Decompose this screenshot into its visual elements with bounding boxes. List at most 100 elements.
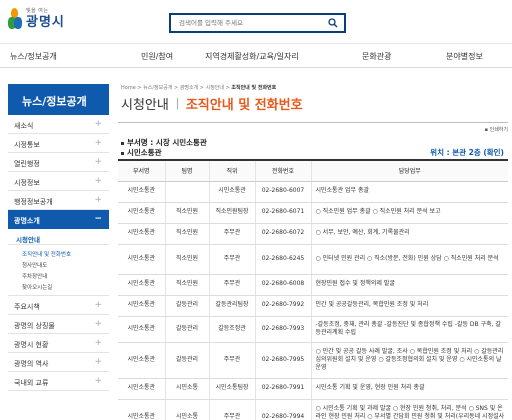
dept-heading-text: 부서명 : 시장 시민소통관 xyxy=(127,138,207,147)
page-title-main: 시청안내 xyxy=(121,98,169,113)
cell-position: 시민소통팀장 xyxy=(209,378,256,400)
cell-dept: 시민소통관 xyxy=(118,181,166,203)
cell-position: 주무관 xyxy=(209,399,256,420)
team-heading-text: 시민소통관 xyxy=(127,148,162,157)
main-nav: 뉴스/정보공개 민원/참여 지역경제활성화/교육/일자리 문화관광 분야별정보 xyxy=(0,44,512,68)
table-row: 시민소통관 갈등관리 갈등조정관 02-2680-7993 -갈등조정, 중재, 관리 … xyxy=(118,316,508,343)
sidebar-item-open-admin[interactable]: 열린행정 + xyxy=(8,153,109,172)
search-input[interactable] xyxy=(171,15,321,31)
gnb-item-culture[interactable]: 문화관광 xyxy=(362,51,391,62)
table-header-row: 부서명 팀명 직위 전화번호 담당업무 xyxy=(118,160,508,182)
cell-duty: 시민소통관 업무 총괄 xyxy=(311,181,508,203)
plus-icon: + xyxy=(94,319,102,329)
sidebar-item-label: 국내외 교류 xyxy=(14,379,49,387)
page-title-sub: 조직안내 및 전화번호 xyxy=(185,98,303,113)
column-header: 팀명 xyxy=(165,160,210,182)
table-row: 시민소통관 시민소통 주무관 02-2680-7994 ○ 시민소통 기획 및 과제 발… xyxy=(118,399,508,420)
sidebar-item-policy[interactable]: 주요시책 + xyxy=(8,296,109,315)
cell-phone: 02-2680-6008 xyxy=(255,274,312,296)
sidebar-subsubitem-org[interactable]: 조직안내 및 전화번호 xyxy=(8,248,109,259)
cell-position: 주무관 xyxy=(209,342,256,379)
cell-team xyxy=(165,181,210,203)
cell-phone: 02-2680-7992 xyxy=(255,295,312,317)
team-heading: 시민소통관 위치 : 본관 2층 (확인) xyxy=(118,147,508,159)
sidebar: 뉴스/정보공개 새소식 + 시정통보 + 열린행정 + 시정정보 + 행정정보공개 + 광… xyxy=(8,84,109,391)
table-row: 시민소통관 시민소통관 02-2680-6007 시민소통관 업무 총괄 xyxy=(118,181,508,203)
cell-team: 직소민원 xyxy=(165,244,210,275)
sidebar-subitem-cityhall[interactable]: 시청안내 xyxy=(8,229,109,245)
sidebar-subsubitem-map[interactable]: 청사안내도 xyxy=(8,259,109,270)
page-title: 시청안내 조직안내 및 전화번호 xyxy=(118,94,508,120)
cell-duty: ○ 인터넷 민원 관리 ○ 직소(방문, 전화) 민원 상담 ○ 직소민원 처리… xyxy=(311,244,508,275)
sidebar-item-label: 주요시책 xyxy=(14,303,40,311)
breadcrumb-item[interactable]: Home xyxy=(121,85,136,91)
print-link[interactable]: ▪ 인쇄하기 xyxy=(118,123,508,137)
sidebar-subsubitem-directions[interactable]: 찾아오시는길 xyxy=(8,281,109,292)
sidebar-title: 뉴스/정보공개 xyxy=(8,84,109,115)
gnb-item-news[interactable]: 뉴스/정보공개 xyxy=(10,51,57,62)
sidebar-item-status[interactable]: 광명시 현황 + xyxy=(8,334,109,353)
site-logo[interactable]: 빛을 여는 광명시 xyxy=(8,8,65,30)
breadcrumb-item[interactable]: 광명소개 xyxy=(180,85,198,91)
plus-icon: + xyxy=(94,338,102,348)
sidebar-item-label: 새소식 xyxy=(14,122,34,130)
org-table: 부서명 팀명 직위 전화번호 담당업무 시민소통관 시민소통관 02-2680-60… xyxy=(118,159,508,420)
sidebar-item-label: 시정통보 xyxy=(14,141,40,149)
search-box xyxy=(169,13,346,33)
bullet-icon xyxy=(121,141,124,145)
cell-position: 주무관 xyxy=(209,274,256,296)
sidebar-item-label: 광명의 상징물 xyxy=(14,322,55,330)
sidebar-item-disclosure[interactable]: 행정정보공개 + xyxy=(8,191,109,210)
cell-dept: 시민소통관 xyxy=(118,223,166,245)
cell-phone: 02-2680-7995 xyxy=(255,342,312,379)
sidebar-item-exchange[interactable]: 국내외 교류 + xyxy=(8,372,109,391)
breadcrumb-item[interactable]: 시청안내 xyxy=(206,85,224,91)
plus-icon: + xyxy=(94,119,102,129)
cell-duty: ○ 민간 및 공공 갈등 사례 발굴, 조사 ○ 복합민원 조정 및 처리 ○ … xyxy=(311,342,508,379)
table-row: 시민소통관 직소민원 주무관 02-2680-6008 현장민원 접수 및 정책의제 발… xyxy=(118,274,508,296)
plus-icon: + xyxy=(94,138,102,148)
breadcrumb-item[interactable]: 뉴스/정보공개 xyxy=(143,85,172,91)
search-icon[interactable] xyxy=(328,18,338,28)
sidebar-item-history[interactable]: 광명의 역사 + xyxy=(8,353,109,372)
gnb-item-civil[interactable]: 민원/참여 xyxy=(141,51,173,62)
cell-duty: ○ 서무, 보안, 예산, 회계, 기록물관리 xyxy=(311,223,508,245)
table-row: 시민소통관 시민소통 시민소통팀장 02-2680-7991 시민소통 기획 및 운영,… xyxy=(118,378,508,400)
cell-dept: 시민소통관 xyxy=(118,274,166,296)
print-label: 인쇄하기 xyxy=(489,127,508,133)
gnb-item-fields[interactable]: 분야별정보 xyxy=(446,51,483,62)
plus-icon: + xyxy=(94,300,102,310)
cell-dept: 시민소통관 xyxy=(118,244,166,275)
column-header: 부서명 xyxy=(118,160,166,182)
cell-team: 갈등관리 xyxy=(165,342,210,379)
sidebar-item-label: 광명시 현황 xyxy=(14,341,49,349)
sidebar-item-symbols[interactable]: 광명의 상징물 + xyxy=(8,315,109,334)
breadcrumb: Home > 뉴스/정보공개 > 광명소개 > 시청안내 > 조직안내 및 전화… xyxy=(121,85,277,91)
cell-phone: 02-2680-7993 xyxy=(255,316,312,343)
sidebar-item-intro[interactable]: 광명소개 − xyxy=(8,210,109,229)
table-row: 시민소통관 직소민원 주무관 02-2680-6245 ○ 인터넷 민원 관리 ○ 직소… xyxy=(118,244,508,275)
sidebar-item-city-info[interactable]: 시정정보 + xyxy=(8,172,109,191)
site-header: 빛을 여는 광명시 xyxy=(0,0,512,44)
sidebar-subsubitem-parking[interactable]: 주차장안내 xyxy=(8,270,109,281)
cell-phone: 02-2680-6245 xyxy=(255,244,312,275)
cell-team: 직소민원 xyxy=(165,202,210,224)
location-text[interactable]: 위치 : 본관 2층 (확인) xyxy=(430,147,504,158)
logo-slogan: 빛을 여는 xyxy=(26,8,49,14)
plus-icon: + xyxy=(94,357,102,367)
sidebar-item-label: 시정정보 xyxy=(14,179,40,187)
cell-team: 갈등관리 xyxy=(165,295,210,317)
sidebar-item-label: 행정정보공개 xyxy=(14,198,53,206)
cell-position: 주무관 xyxy=(209,223,256,245)
gnb-item-economy[interactable]: 지역경제활성화/교육/일자리 xyxy=(205,51,299,62)
sidebar-item-news[interactable]: 새소식 + xyxy=(8,115,109,134)
sidebar-item-notice[interactable]: 시정통보 + xyxy=(8,134,109,153)
sidebar-item-label: 광명소개 xyxy=(14,217,40,225)
cell-team: 시민소통 xyxy=(165,378,210,400)
sidebar-item-label: 열린행정 xyxy=(14,160,40,168)
cell-duty: 민간 및 공공갈등관리, 복합민원 조정 및 처리 xyxy=(311,295,508,317)
cell-dept: 시민소통관 xyxy=(118,316,166,343)
cell-dept: 시민소통관 xyxy=(118,202,166,224)
cell-duty: 시민소통 기획 및 운영, 현장 민원 처리 총괄 xyxy=(311,378,508,400)
cell-phone: 02-2680-7994 xyxy=(255,399,312,420)
